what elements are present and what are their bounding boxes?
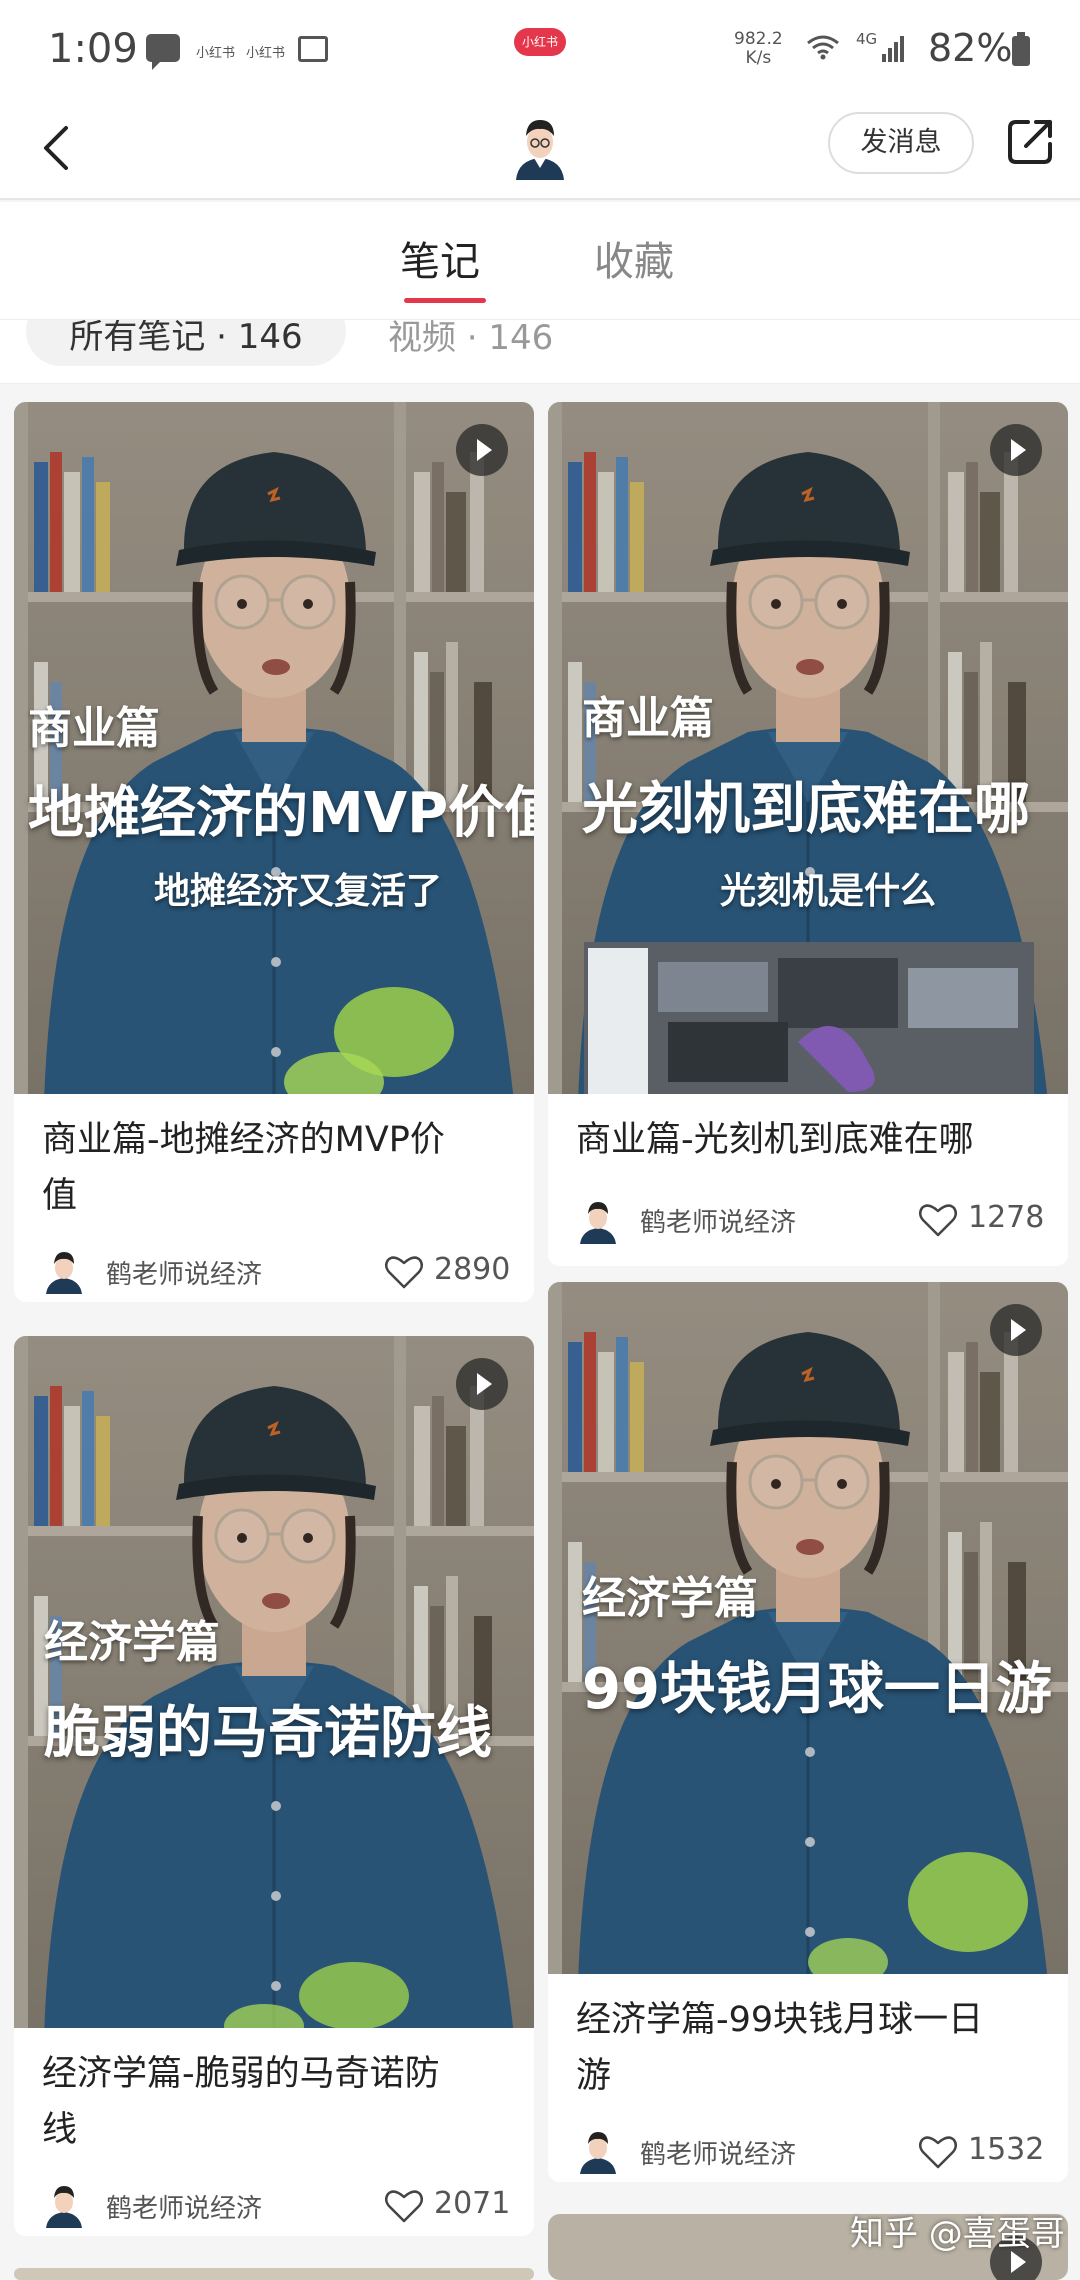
note-title-line: 值 — [42, 1176, 78, 1216]
overlay-title: 脆弱的马奇诺防线 — [44, 1701, 492, 1766]
network-speed-unit: K/s — [745, 48, 772, 68]
network-type: 4G — [856, 30, 878, 48]
overlay-category: 商业篇 — [582, 693, 714, 744]
filter-video[interactable]: 视频 · 146 — [388, 320, 553, 364]
wifi-icon — [807, 35, 839, 60]
share-icon[interactable] — [1002, 114, 1058, 170]
play-icon — [456, 424, 508, 476]
profile-header: 发消息 — [0, 100, 1080, 200]
note-thumbnail[interactable]: 商业篇 地摊经济的MVP价值 地摊经济又复活了 — [14, 402, 534, 1094]
author-name[interactable]: 鹤老师说经济 — [640, 2134, 796, 2171]
thumbnail-image — [14, 1336, 534, 2028]
note-title[interactable]: 经济学篇-99块钱月球一日 游 — [576, 1992, 1046, 2104]
battery-icon — [1012, 32, 1030, 66]
image-notification-icon — [298, 36, 328, 62]
note-title-line: 游 — [576, 2056, 612, 2096]
note-card-partial[interactable] — [14, 2268, 534, 2280]
overlay-subtitle: 地摊经济又复活了 — [154, 871, 443, 912]
note-title-line: 商业篇-光刻机到底难在哪 — [576, 1120, 974, 1160]
note-card[interactable]: 经济学篇 99块钱月球一日游 经济学篇-99块钱月球一日 游 鹤老师说经济 15… — [548, 1282, 1068, 2182]
author-avatar[interactable] — [44, 1248, 84, 1294]
status-bar: 1:09 小红书 小红书 小红书 982.2 K/s 4G 82% — [0, 0, 1080, 100]
thumbnail-image — [548, 1282, 1068, 1974]
note-card[interactable]: 经济学篇 脆弱的马奇诺防线 经济学篇-脆弱的马奇诺防 线 鹤老师说经济 2071 — [14, 1336, 534, 2236]
network-speed: 982.2 K/s — [734, 30, 783, 68]
author-name[interactable]: 鹤老师说经济 — [640, 1202, 796, 1239]
heart-icon[interactable] — [918, 1202, 958, 1238]
filter-row: 所有笔记 · 146 视频 · 146 — [0, 320, 1080, 384]
note-card[interactable]: 商业篇 地摊经济的MVP价值 地摊经济又复活了 商业篇-地摊经济的MVP价 值 … — [14, 402, 534, 1302]
overlay-title: 光刻机到底难在哪 — [582, 777, 1030, 842]
like-count: 1278 — [968, 1200, 1045, 1235]
tab-favorites[interactable]: 收藏 — [594, 232, 674, 292]
thumbnail-image — [548, 402, 1068, 1094]
watermark: 知乎 @喜蛋哥 — [850, 2214, 1065, 2254]
overlay-category: 商业篇 — [28, 703, 160, 754]
like-count: 2071 — [434, 2186, 511, 2221]
note-thumbnail[interactable]: 商业篇 光刻机到底难在哪 光刻机是什么 — [548, 402, 1068, 1094]
play-icon — [990, 424, 1042, 476]
back-button[interactable] — [30, 118, 90, 178]
status-time: 1:09 — [48, 26, 138, 72]
author-avatar[interactable] — [578, 2128, 618, 2174]
overlay-title: 99块钱月球一日游 — [582, 1657, 1052, 1722]
note-title-line: 经济学篇-脆弱的马奇诺防 — [42, 2054, 440, 2094]
like-count: 2890 — [434, 1252, 511, 1287]
note-title-line: 商业篇-地摊经济的MVP价 — [42, 1120, 445, 1160]
app-notification-icon: 小红书 — [196, 46, 236, 61]
author-name[interactable]: 鹤老师说经济 — [106, 1254, 262, 1291]
author-avatar[interactable] — [578, 1198, 618, 1244]
filter-all-notes[interactable]: 所有笔记 · 146 — [26, 320, 346, 366]
play-icon — [456, 1358, 508, 1410]
note-title[interactable]: 经济学篇-脆弱的马奇诺防 线 — [42, 2046, 512, 2158]
active-tab-indicator — [404, 298, 486, 303]
avatar[interactable] — [512, 114, 568, 180]
note-title[interactable]: 商业篇-地摊经济的MVP价 值 — [42, 1112, 512, 1224]
note-thumbnail[interactable]: 经济学篇 脆弱的马奇诺防线 — [14, 1336, 534, 2028]
tab-notes[interactable]: 笔记 — [400, 232, 480, 292]
overlay-category: 经济学篇 — [582, 1573, 758, 1624]
app-notification-icon: 小红书 — [246, 46, 286, 61]
profile-tabs: 笔记 收藏 — [0, 202, 1080, 320]
note-title-line: 线 — [42, 2110, 78, 2150]
heart-icon[interactable] — [384, 2188, 424, 2224]
like-count: 1532 — [968, 2132, 1045, 2167]
play-icon — [990, 1304, 1042, 1356]
app-badge: 小红书 — [514, 28, 566, 56]
overlay-subtitle: 光刻机是什么 — [720, 871, 937, 912]
overlay-category: 经济学篇 — [44, 1617, 220, 1668]
note-thumbnail[interactable]: 经济学篇 99块钱月球一日游 — [548, 1282, 1068, 1974]
overlay-title: 地摊经济的MVP价值 — [28, 781, 534, 846]
signal-icon — [882, 36, 906, 62]
author-name[interactable]: 鹤老师说经济 — [106, 2188, 262, 2225]
author-avatar[interactable] — [44, 2182, 84, 2228]
network-speed-value: 982.2 — [734, 29, 783, 49]
battery-percent: 82% — [928, 26, 1013, 70]
heart-icon[interactable] — [918, 2134, 958, 2170]
note-title-line: 经济学篇-99块钱月球一日 — [576, 2000, 984, 2040]
send-message-button[interactable]: 发消息 — [828, 112, 974, 174]
message-notification-icon — [146, 34, 180, 70]
heart-icon[interactable] — [384, 1254, 424, 1290]
note-title[interactable]: 商业篇-光刻机到底难在哪 — [576, 1112, 1046, 1168]
note-card[interactable]: 商业篇 光刻机到底难在哪 光刻机是什么 商业篇-光刻机到底难在哪 鹤老师说经济 … — [548, 402, 1068, 1266]
